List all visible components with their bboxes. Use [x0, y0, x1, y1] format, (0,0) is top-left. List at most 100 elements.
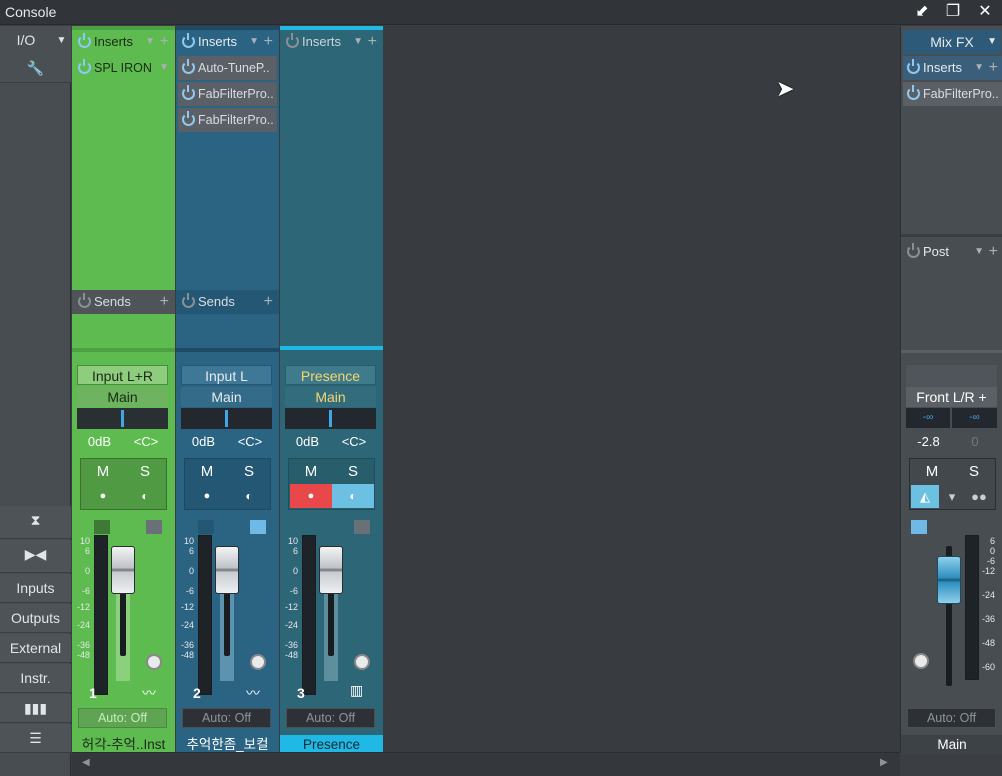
- input-selector[interactable]: Input L+R: [77, 365, 168, 385]
- volume-value[interactable]: 0dB: [181, 432, 226, 452]
- automation-button[interactable]: Auto: Off: [286, 708, 375, 728]
- window-icon[interactable]: [250, 520, 266, 534]
- sends-header[interactable]: Sends +: [176, 290, 279, 314]
- instrument-wave-icon[interactable]: 〰: [142, 683, 156, 703]
- pan-value[interactable]: <C>: [124, 432, 168, 452]
- channel-number: 3: [297, 685, 305, 701]
- meter-scale: 6 0 -6 -12 -24 -36 -48 -60: [981, 536, 995, 672]
- link-icon[interactable]: ●●: [963, 485, 995, 508]
- channel-number: 2: [193, 685, 201, 701]
- pan-knob[interactable]: [913, 653, 929, 669]
- insert-slot[interactable]: FabFilterPro..: [178, 108, 277, 132]
- record-arm-icon[interactable]: ●: [290, 484, 332, 508]
- mute-button[interactable]: M: [186, 460, 228, 484]
- volume-fader[interactable]: [319, 546, 343, 594]
- banks-icon[interactable]: ▮▮▮: [0, 694, 71, 723]
- add-insert-icon[interactable]: +: [989, 56, 998, 80]
- scroll-right-icon[interactable]: ▶: [880, 757, 888, 768]
- horizontal-scrollbar[interactable]: ◀ ▶: [72, 752, 900, 776]
- io-button[interactable]: I/O: [0, 26, 52, 55]
- instruments-button[interactable]: Instr.: [0, 664, 71, 693]
- metronome-icon[interactable]: ◭: [911, 485, 939, 508]
- mute-button[interactable]: M: [82, 460, 124, 484]
- inserts-header[interactable]: Inserts ▼ +: [903, 56, 1002, 80]
- meter-scale: 10 6 0 -6 -12 -24 -36 -48: [180, 536, 194, 660]
- pan-value[interactable]: <C>: [228, 432, 272, 452]
- restore-icon[interactable]: ❐: [943, 2, 963, 22]
- channel-color-icon[interactable]: [94, 520, 110, 534]
- mute-button[interactable]: M: [911, 460, 953, 484]
- list-view-icon[interactable]: ☰: [0, 724, 71, 753]
- add-insert-icon[interactable]: +: [160, 30, 169, 54]
- peak-left: -∞: [906, 408, 950, 428]
- insert-slot[interactable]: SPL IRON ▼: [74, 56, 173, 80]
- solo-button[interactable]: S: [228, 460, 270, 484]
- inserts-header[interactable]: Inserts ▼ +: [282, 30, 381, 54]
- volume-value[interactable]: 0dB: [77, 432, 122, 452]
- collapse-vertical-icon[interactable]: ⧗: [0, 506, 71, 539]
- pan-indicator[interactable]: [285, 408, 376, 429]
- audio-wave-icon[interactable]: 〰: [246, 683, 260, 703]
- io-dropdown-icon[interactable]: ▼: [52, 26, 71, 55]
- record-icon[interactable]: ●: [82, 484, 124, 508]
- channel-color-icon[interactable]: [198, 520, 214, 534]
- mute-button[interactable]: M: [290, 460, 332, 484]
- monitor-icon[interactable]: ◐: [228, 484, 270, 508]
- external-button[interactable]: External: [0, 634, 71, 663]
- solo-button[interactable]: S: [332, 460, 374, 484]
- pan-value[interactable]: <C>: [332, 432, 376, 452]
- volume-fader[interactable]: [215, 546, 239, 594]
- input-selector[interactable]: Input L: [181, 365, 272, 385]
- add-insert-icon[interactable]: +: [368, 30, 377, 54]
- dock-icon[interactable]: ⬋: [912, 2, 932, 22]
- collapse-horizontal-icon[interactable]: ▶◀: [0, 540, 71, 573]
- input-slot[interactable]: [906, 365, 997, 387]
- inserts-header[interactable]: Inserts ▼ +: [74, 30, 173, 54]
- pan-indicator[interactable]: [77, 408, 168, 429]
- output-selector[interactable]: Main: [77, 387, 168, 407]
- window-icon[interactable]: [911, 520, 927, 534]
- add-insert-icon[interactable]: +: [264, 30, 273, 54]
- insert-slot[interactable]: FabFilterPro..: [178, 82, 277, 106]
- pan-knob[interactable]: [146, 654, 162, 670]
- wrench-icon[interactable]: 🔧: [0, 54, 71, 83]
- post-header[interactable]: Post ▼ +: [903, 240, 1002, 264]
- solo-button[interactable]: S: [124, 460, 166, 484]
- window-icon[interactable]: [146, 520, 162, 534]
- outputs-button[interactable]: Outputs: [0, 604, 71, 633]
- volume-value[interactable]: -2.8: [906, 432, 951, 452]
- main-volume-fader[interactable]: [937, 556, 961, 604]
- automation-button[interactable]: Auto: Off: [182, 708, 271, 728]
- scroll-left-icon[interactable]: ◀: [82, 757, 90, 768]
- level-meter: [198, 535, 212, 695]
- volume-value[interactable]: 0dB: [285, 432, 330, 452]
- inputs-button[interactable]: Inputs: [0, 574, 71, 603]
- pan-knob[interactable]: [354, 654, 370, 670]
- monitor-active-icon[interactable]: ◐: [332, 484, 374, 508]
- automation-button[interactable]: Auto: Off: [78, 708, 167, 728]
- channel-name: Main: [901, 735, 1002, 755]
- output-selector[interactable]: Front L/R +: [906, 387, 997, 407]
- monitor-icon[interactable]: ◐: [124, 484, 166, 508]
- pan-knob[interactable]: [250, 654, 266, 670]
- output-selector[interactable]: Main: [181, 387, 272, 407]
- volume-fader[interactable]: [111, 546, 135, 594]
- close-icon[interactable]: ✕: [975, 2, 995, 22]
- power-icon[interactable]: [78, 33, 91, 48]
- insert-slot[interactable]: FabFilterPro..: [903, 82, 1002, 106]
- microphone-icon[interactable]: ▾: [941, 485, 963, 508]
- output-selector[interactable]: Main: [285, 387, 376, 407]
- channel-strip-3: Inserts ▼ + Presence Main 0dB <C> M S ● ◐ …: [280, 26, 383, 755]
- automation-button[interactable]: Auto: Off: [907, 708, 996, 728]
- mixfx-selector[interactable]: Mix FX ▼: [903, 30, 1001, 54]
- solo-button[interactable]: S: [953, 460, 995, 484]
- pan-indicator[interactable]: [181, 408, 272, 429]
- inserts-header[interactable]: Inserts ▼ +: [178, 30, 277, 54]
- sends-header[interactable]: Sends +: [72, 290, 175, 314]
- insert-slot[interactable]: Auto-TuneP..: [178, 56, 277, 80]
- input-selector[interactable]: Presence: [285, 365, 376, 385]
- record-icon[interactable]: ●: [186, 484, 228, 508]
- window-icon[interactable]: [354, 520, 370, 534]
- pan-value[interactable]: 0: [953, 432, 997, 452]
- piano-keys-icon[interactable]: ▥: [350, 682, 363, 699]
